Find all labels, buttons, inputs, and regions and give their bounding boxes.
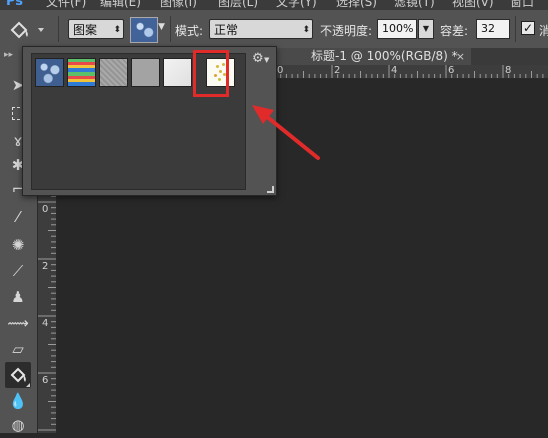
brush-icon: ⟋ bbox=[12, 262, 24, 280]
chevron-down-icon[interactable]: ▼ bbox=[264, 56, 269, 64]
menu-window[interactable]: 窗口(W) bbox=[510, 0, 548, 10]
eraser-icon: ▱ bbox=[12, 340, 24, 358]
close-icon[interactable]: × bbox=[456, 48, 465, 65]
document-tab-title: 标题-1 @ 100%(RGB/8) * bbox=[311, 49, 458, 63]
fill-source-select[interactable]: 图案 ⬍ bbox=[68, 19, 124, 39]
opacity-input[interactable]: 100% bbox=[377, 19, 417, 39]
antialias-label: 消 bbox=[539, 24, 548, 38]
fill-source-value: 图案 bbox=[73, 23, 98, 37]
dodge-icon: ◍ bbox=[11, 416, 25, 434]
pattern-preview-button[interactable] bbox=[130, 17, 158, 43]
opacity-dropdown-button[interactable]: ▼ bbox=[418, 19, 434, 39]
menu-image[interactable]: 图像(I) bbox=[160, 0, 197, 10]
updown-arrows-icon: ⬍ bbox=[113, 25, 121, 35]
chevron-down-icon: ▼ bbox=[422, 24, 430, 33]
pattern-dropdown-arrow-icon[interactable]: ▼ bbox=[158, 22, 165, 32]
tool-preset-picker[interactable] bbox=[6, 18, 50, 40]
history-brush-tool[interactable]: ⟿ bbox=[5, 310, 31, 336]
menu-view[interactable]: 视图(V) bbox=[452, 0, 494, 10]
paint-bucket-icon bbox=[10, 21, 44, 39]
pattern-picker-panel: ⚙ ▼ bbox=[22, 46, 277, 196]
stamp-icon: ♟ bbox=[11, 288, 25, 306]
menu-edit[interactable]: 编辑(E) bbox=[100, 0, 141, 10]
separator bbox=[170, 16, 171, 42]
menu-layer[interactable]: 图层(L) bbox=[218, 0, 258, 10]
resize-grip-icon[interactable] bbox=[267, 186, 274, 193]
blend-mode-select[interactable]: 正常 ⬍ bbox=[209, 19, 313, 39]
pattern-swatch-gray-paper[interactable] bbox=[131, 58, 160, 87]
menu-bar: Ps 文件(F) 编辑(E) 图像(I) 图层(L) 文字(Y) 选择(S) 滤… bbox=[0, 0, 548, 10]
pattern-grid-scrollbar[interactable] bbox=[235, 53, 246, 190]
paint-bucket-tool[interactable] bbox=[5, 362, 31, 388]
menu-select[interactable]: 选择(S) bbox=[336, 0, 377, 10]
dodge-tool[interactable]: ◍ bbox=[5, 412, 31, 438]
annotation-highlight-box bbox=[193, 50, 229, 97]
blur-tool[interactable]: 💧 bbox=[5, 388, 31, 414]
eraser-tool[interactable]: ▱ bbox=[5, 336, 31, 362]
pattern-swatch-gray-granite[interactable] bbox=[99, 58, 128, 87]
antialias-checkbox[interactable]: ✓ bbox=[521, 21, 535, 35]
options-bar: 图案 ⬍ ▼ 模式: 正常 ⬍ 不透明度: 100% ▼ 容差: 32 ✓ 消 bbox=[0, 10, 548, 49]
opacity-label: 不透明度: bbox=[320, 24, 373, 38]
gear-icon[interactable]: ⚙ bbox=[252, 51, 264, 66]
updown-arrows-icon: ⬍ bbox=[302, 25, 310, 35]
separator bbox=[58, 16, 59, 42]
pattern-swatch-bubbles[interactable] bbox=[35, 58, 64, 87]
eyedropper-tool[interactable]: ⁄ bbox=[5, 204, 31, 230]
healing-brush-icon: ✺ bbox=[11, 236, 25, 254]
collapse-panel-icon[interactable]: ▸▸ bbox=[4, 50, 13, 60]
eyedropper-icon: ⁄ bbox=[16, 208, 20, 226]
clone-stamp-tool[interactable]: ♟ bbox=[5, 284, 31, 310]
healing-brush-tool[interactable]: ✺ bbox=[5, 232, 31, 258]
blur-drop-icon: 💧 bbox=[8, 392, 28, 410]
tolerance-label: 容差: bbox=[440, 24, 469, 38]
document-tab[interactable]: 标题-1 @ 100%(RGB/8) * × bbox=[275, 48, 471, 65]
menu-file[interactable]: 文件(F) bbox=[46, 0, 86, 10]
separator bbox=[515, 16, 516, 42]
history-brush-icon: ⟿ bbox=[7, 314, 29, 332]
brush-tool[interactable]: ⟋ bbox=[5, 258, 31, 284]
tolerance-input[interactable]: 32 bbox=[476, 19, 510, 39]
submenu-corner-icon bbox=[26, 383, 30, 387]
menu-filter[interactable]: 滤镜(T) bbox=[394, 0, 435, 10]
pattern-swatch-light-paper[interactable] bbox=[163, 58, 192, 87]
menu-type[interactable]: 文字(Y) bbox=[276, 0, 317, 10]
blend-mode-value: 正常 bbox=[214, 23, 239, 37]
mode-label: 模式: bbox=[175, 24, 204, 38]
pattern-swatch-tie-dye[interactable] bbox=[67, 58, 96, 87]
app-logo: Ps bbox=[6, 0, 24, 9]
